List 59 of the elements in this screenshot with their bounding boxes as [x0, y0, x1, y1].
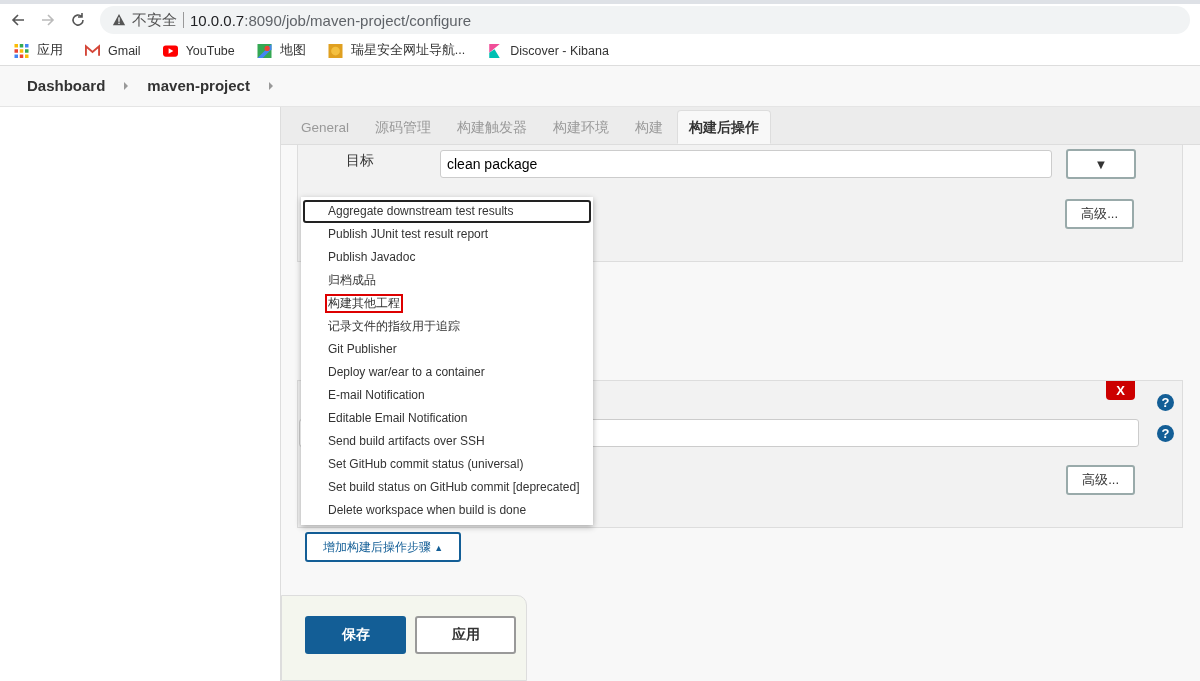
bookmark-link[interactable]: 瑞星安全网址导航...: [350, 42, 466, 60]
bookmark-link[interactable]: Discover - Kibana: [510, 43, 609, 58]
menu-item[interactable]: 记录文件的指纹用于追踪: [303, 315, 591, 338]
advanced-button[interactable]: 高级...: [1065, 199, 1134, 229]
url-text: 10.0.0.7:8090/job/maven-project/configure: [190, 11, 472, 29]
menu-item[interactable]: Set build status on GitHub commit [deprecated]: [303, 476, 591, 499]
menu-item[interactable]: Set GitHub commit status (universal): [303, 453, 591, 476]
menu-item-label: Editable Email Notification: [327, 410, 469, 427]
menu-item-label: Send build artifacts over SSH: [327, 433, 486, 450]
menu-item[interactable]: 归档成品: [303, 269, 591, 292]
mail-icon: [85, 43, 100, 58]
menu-item-label: 归档成品: [327, 272, 377, 289]
apps-grid-icon: [14, 43, 29, 58]
goal-input-field[interactable]: clean package: [440, 150, 1052, 178]
map-pin-icon: [256, 43, 272, 58]
breadcrumb-link[interactable]: Dashboard: [27, 77, 106, 95]
add-post-build-step-button[interactable]: 增加构建后操作步骤 ▲: [305, 532, 462, 562]
bookmark-link[interactable]: 应用: [37, 42, 63, 60]
play-icon: [162, 43, 178, 58]
menu-item-label: 记录文件的指纹用于追踪: [327, 318, 461, 335]
menu-item[interactable]: 构建其他工程: [303, 292, 591, 315]
help-icon[interactable]: ?: [1157, 394, 1174, 411]
warning-icon: [112, 13, 126, 28]
apply-button[interactable]: 应用: [415, 616, 516, 654]
menu-item[interactable]: Editable Email Notification: [303, 407, 591, 430]
bookmark-link[interactable]: YouTube: [185, 43, 235, 58]
menu-item[interactable]: Aggregate downstream test results: [303, 200, 591, 223]
menu-item-label: Publish Javadoc: [327, 249, 417, 266]
chevron-icon[interactable]: [123, 80, 130, 91]
menu-item[interactable]: Send build artifacts over SSH: [303, 430, 591, 453]
save-button[interactable]: 保存: [305, 616, 406, 654]
chevron-icon[interactable]: [267, 80, 274, 91]
reload-icon[interactable]: [70, 12, 86, 29]
bookmark-link[interactable]: 地图: [279, 42, 306, 60]
delete-button[interactable]: X: [1106, 381, 1135, 400]
advanced-button[interactable]: 高级...: [1066, 465, 1135, 495]
menu-item[interactable]: Git Publisher: [303, 338, 591, 361]
security-label: 不安全: [132, 10, 177, 30]
config-tab[interactable]: 构建后操作: [677, 110, 772, 144]
menu-item[interactable]: Deploy war/ear to a container: [303, 361, 591, 384]
menu-item[interactable]: E-mail Notification: [303, 384, 591, 407]
dropdown-button[interactable]: ▼: [1066, 149, 1136, 179]
breadcrumb-link[interactable]: maven-project: [147, 77, 250, 95]
menu-item-label: Publish JUnit test result report: [327, 226, 490, 243]
menu-item-label: E-mail Notification: [327, 387, 426, 404]
menu-item-label: Set GitHub commit status (universal): [327, 456, 525, 473]
bookmark-link[interactable]: Gmail: [108, 43, 141, 58]
menu-item-label: Deploy war/ear to a container: [327, 364, 486, 381]
menu-item[interactable]: Delete workspace when build is done: [303, 499, 591, 522]
menu-item-label: 构建其他工程: [325, 294, 403, 313]
menu-item-label: Delete workspace when build is done: [327, 502, 528, 519]
menu-item-label: Set build status on GitHub commit [deprecated]: [327, 479, 581, 496]
help-icon[interactable]: ?: [1157, 424, 1174, 442]
field-label: 目标: [346, 151, 375, 170]
address-bar[interactable]: 不安全 10.0.0.7:8090/job/maven-project/configure: [100, 6, 1190, 35]
menu-item-label: Aggregate downstream test results: [327, 203, 515, 220]
menu-item[interactable]: Publish JUnit test result report: [303, 223, 591, 246]
menu-item-label: Git Publisher: [327, 341, 398, 358]
menu-item[interactable]: Publish Javadoc: [303, 246, 591, 269]
